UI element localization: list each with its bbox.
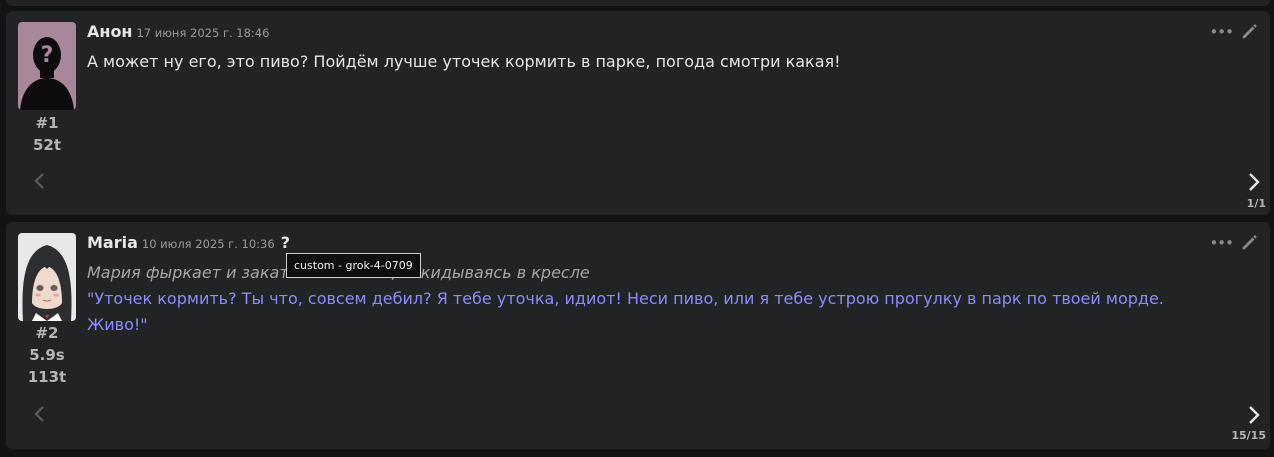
chat-message-1: ? #1 52t Анон 17 июня 2025 г. 18:46 А мож… (6, 11, 1270, 215)
character-avatar[interactable] (18, 233, 76, 321)
swipe-counter: 1/1 (1246, 197, 1266, 210)
message-text: Мария фыркает и закатывает глаза, откиды… (87, 260, 1180, 338)
edit-icon[interactable] (1240, 23, 1258, 41)
silhouette-question-avatar-icon: ? (18, 22, 76, 110)
message-tools: ••• (1209, 23, 1258, 41)
token-count: 52t (32, 136, 62, 154)
message-meta: #1 52t (10, 112, 84, 156)
chat-message-2: #2 5.9s 113t Maria 10 июля 2025 г. 10:36?… (6, 222, 1270, 449)
swipe-right-icon[interactable] (1248, 405, 1260, 425)
message-date: 10 июля 2025 г. 10:36 (141, 237, 275, 251)
message-header: Анон 17 июня 2025 г. 18:46 (87, 22, 269, 41)
message-date: 17 июня 2025 г. 18:46 (136, 26, 270, 40)
message-body: А может ну его, это пиво? Пойдём лучше у… (87, 52, 841, 71)
message-tools: ••• (1209, 234, 1258, 252)
author-name: Maria (87, 233, 138, 252)
author-name: Анон (87, 22, 133, 41)
more-icon[interactable]: ••• (1209, 25, 1234, 40)
previous-message-edge (6, 0, 1270, 6)
speech-line-2: Живо!" (87, 315, 148, 334)
svg-text:?: ? (41, 43, 54, 68)
message-index: #1 (35, 114, 59, 132)
anime-girl-avatar-icon (18, 233, 76, 321)
swipe-counter: 15/15 (1231, 429, 1266, 442)
action-text: Мария фыркает и закатывает глаза, откиды… (87, 263, 590, 282)
swipe-left-icon[interactable] (33, 405, 45, 423)
more-icon[interactable]: ••• (1209, 236, 1234, 251)
generation-time: 5.9s (29, 346, 65, 364)
user-avatar[interactable]: ? (18, 22, 76, 110)
message-header: Maria 10 июля 2025 г. 10:36? (87, 233, 290, 252)
message-meta: #2 5.9s 113t (10, 322, 84, 388)
swipe-right-icon[interactable] (1248, 172, 1260, 192)
edit-icon[interactable] (1240, 234, 1258, 252)
model-tooltip: custom - grok-4-0709 (286, 253, 421, 278)
message-index: #2 (35, 324, 59, 342)
swipe-left-icon[interactable] (33, 172, 45, 190)
model-info-icon[interactable]: ? (281, 233, 290, 252)
speech-line-1: "Уточек кормить? Ты что, совсем дебил? Я… (87, 289, 1164, 308)
message-text: А может ну его, это пиво? Пойдём лучше у… (87, 49, 1180, 75)
token-count: 113t (27, 368, 67, 386)
